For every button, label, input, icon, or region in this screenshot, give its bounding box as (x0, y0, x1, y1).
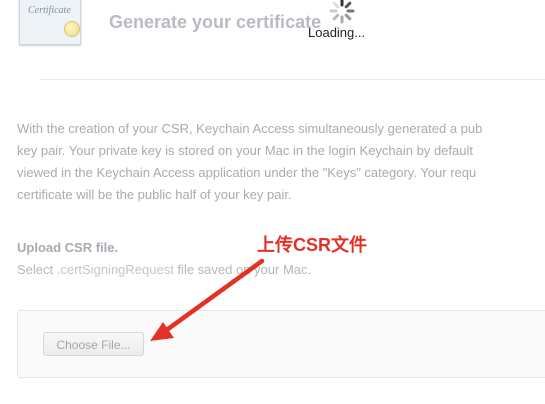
intro-text: With the creation of your CSR, Keychain … (17, 118, 545, 206)
choose-file-button[interactable]: Choose File... (43, 332, 144, 356)
upload-desc-prefix: Select (17, 262, 57, 277)
intro-line: With the creation of your CSR, Keychain … (17, 121, 483, 136)
file-extension: .certSigningRequest (56, 262, 174, 277)
page: Certificate Generate your certificate Lo… (0, 0, 545, 404)
intro-line: certificate will be the public half of y… (17, 187, 292, 202)
divider (40, 79, 545, 80)
certificate-icon: Certificate (19, 0, 81, 45)
loading-text: Loading... (308, 25, 366, 40)
page-title: Generate your certificate (109, 12, 322, 32)
intro-line: key pair. Your private key is stored on … (17, 143, 473, 158)
seal-icon (64, 21, 80, 37)
spinner-icon (329, 0, 355, 24)
annotation-label: 上传CSR文件 (257, 235, 368, 255)
upload-desc-suffix: file saved on your Mac. (173, 262, 312, 277)
upload-description: Select .certSigningRequest file saved on… (17, 262, 311, 277)
loading-indicator: Loading... (308, 0, 378, 44)
intro-line: viewed in the Keychain Access applicatio… (17, 165, 477, 180)
certificate-icon-text: Certificate (28, 5, 71, 16)
upload-title: Upload CSR file. (17, 240, 119, 255)
